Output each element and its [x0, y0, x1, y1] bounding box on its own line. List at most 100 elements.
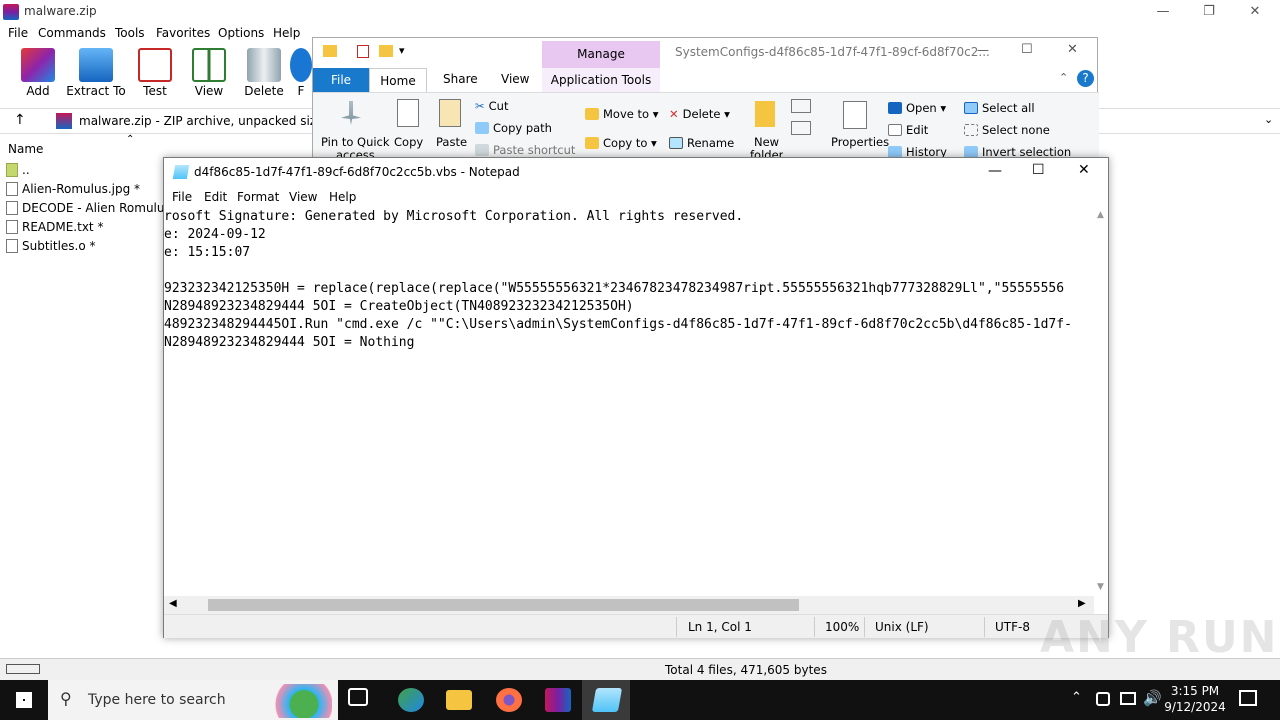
ribbon-collapse-icon[interactable]: ⌃ [1059, 71, 1068, 84]
task-view-icon[interactable] [348, 688, 368, 706]
menu-favorites[interactable]: Favorites [156, 26, 210, 40]
rename-button[interactable]: Rename [669, 136, 734, 150]
pin-label[interactable]: Pin to Quick [321, 135, 390, 149]
status-text: Total 4 files, 471,605 bytes [665, 663, 827, 677]
tab-file[interactable]: File [313, 68, 369, 92]
find-icon [290, 48, 312, 82]
notepad-menubar: File Edit Format View Help [164, 186, 1108, 208]
paste-shortcut-button[interactable]: Paste shortcut [475, 143, 575, 157]
list-item[interactable]: README.txt * [6, 220, 103, 234]
menu-options[interactable]: Options [218, 26, 264, 40]
tab-home[interactable]: Home [369, 68, 427, 93]
open-button[interactable]: Open ▾ [888, 101, 946, 115]
new-item-icon[interactable] [791, 99, 811, 113]
menu-help[interactable]: Help [273, 26, 300, 40]
delete-button[interactable]: Delete [234, 48, 294, 102]
menu-tools[interactable]: Tools [115, 26, 145, 40]
tray-chevron-icon[interactable]: ⌃ [1071, 690, 1082, 705]
new-folder-icon[interactable] [379, 45, 393, 57]
new-folder-icon [755, 101, 775, 127]
qat-chevron-icon[interactable]: ▾ [399, 44, 405, 57]
scroll-thumb[interactable] [208, 599, 799, 611]
column-header-name[interactable]: Name [8, 142, 43, 156]
minimize-button[interactable]: — [977, 43, 989, 57]
menu-file[interactable]: File [172, 190, 192, 204]
select-none-button[interactable]: Select none [964, 123, 1050, 137]
winrar-taskbar-icon[interactable] [545, 688, 571, 712]
tab-application-tools[interactable]: Application Tools [542, 68, 660, 92]
copy-button[interactable]: Copy [394, 135, 423, 149]
text-line: N28948923234829444 5OI = Nothing [164, 335, 415, 350]
network-icon[interactable] [1120, 692, 1136, 705]
properties-icon[interactable] [357, 45, 369, 58]
close-button[interactable]: ✕ [1078, 162, 1090, 178]
horizontal-scrollbar[interactable]: ◀ ▶ [164, 596, 1094, 614]
tab-share[interactable]: Share [443, 72, 478, 86]
delete-button[interactable]: ✕ Delete ▾ [669, 107, 730, 121]
copy-to-button[interactable]: Copy to ▾ [585, 136, 657, 150]
chevron-down-icon[interactable]: ⌄ [1264, 113, 1273, 126]
help-icon[interactable]: ? [1077, 70, 1094, 87]
manage-contextual-tab: Manage [542, 41, 660, 68]
vertical-scrollbar[interactable]: ▲ ▼ [1094, 208, 1108, 596]
scroll-right-icon[interactable]: ▶ [1078, 598, 1086, 609]
ribbon: Pin to Quick access Copy Paste ✂ Cut Copy… [313, 92, 1099, 159]
minimize-button[interactable]: — [988, 163, 1002, 179]
edge-icon[interactable] [398, 688, 424, 712]
file-explorer-icon[interactable] [446, 690, 472, 710]
menu-commands[interactable]: Commands [38, 26, 106, 40]
easy-access-icon[interactable] [791, 121, 811, 135]
shield-icon[interactable] [1096, 692, 1110, 706]
search-placeholder: Type here to search [88, 692, 226, 708]
text-editor[interactable]: rosoft Signature: Generated by Microsoft… [164, 208, 1094, 596]
scroll-up-icon[interactable]: ▲ [1097, 210, 1104, 220]
taskbar-clock[interactable]: 3:15 PM 9/12/2024 [1160, 683, 1230, 715]
menu-help[interactable]: Help [329, 190, 356, 204]
list-item[interactable]: Subtitles.o * [6, 239, 96, 253]
copy-path-button[interactable]: Copy path [475, 121, 552, 135]
close-button[interactable]: ✕ [1067, 42, 1078, 57]
winrar-title: malware.zip [24, 4, 97, 18]
edit-button[interactable]: Edit [888, 123, 928, 137]
extract-to-button[interactable]: Extract To [66, 48, 126, 102]
minimize-button[interactable]: — [1140, 2, 1186, 22]
copy-icon [397, 99, 419, 127]
text-line: rosoft Signature: Generated by Microsoft… [164, 209, 744, 224]
paste-button[interactable]: Paste [436, 135, 467, 149]
notification-icon[interactable] [1239, 690, 1257, 706]
find-button[interactable]: F [290, 48, 312, 102]
list-item[interactable]: .. [6, 163, 30, 177]
notepad-titlebar: d4f86c85-1d7f-47f1-89cf-6d8f70c2cc5b.vbs… [164, 158, 1108, 186]
properties-button[interactable]: Properties [831, 135, 889, 149]
search-icon: ⚲ [60, 689, 72, 708]
list-item[interactable]: Alien-Romulus.jpg * [6, 182, 140, 196]
line-ending: Unix (LF) [875, 620, 929, 634]
menu-format[interactable]: Format [237, 190, 279, 204]
menu-file[interactable]: File [8, 26, 28, 40]
tab-view[interactable]: View [501, 72, 529, 86]
taskbar-search-box[interactable]: ⚲ Type here to search [48, 680, 338, 720]
scroll-left-icon[interactable]: ◀ [169, 598, 177, 609]
scroll-down-icon[interactable]: ▼ [1097, 582, 1104, 592]
move-to-button[interactable]: Move to ▾ [585, 107, 658, 121]
list-item[interactable]: DECODE - Alien Romulus 2 [6, 201, 182, 215]
test-button[interactable]: Test [125, 48, 185, 102]
menu-edit[interactable]: Edit [204, 190, 227, 204]
winrar-app-icon [3, 4, 19, 20]
select-all-button[interactable]: Select all [964, 101, 1035, 115]
firefox-icon[interactable] [496, 688, 522, 712]
add-button[interactable]: Add [8, 48, 68, 102]
delete-x-icon: ✕ [669, 107, 679, 121]
up-arrow-icon[interactable]: ↑ [14, 112, 26, 128]
extract-folder-icon [79, 48, 113, 82]
close-button[interactable]: ✕ [1232, 2, 1278, 22]
maximize-button[interactable]: ☐ [1032, 162, 1045, 178]
menu-view[interactable]: View [289, 190, 317, 204]
view-button[interactable]: View [179, 48, 239, 102]
cut-button[interactable]: ✂ Cut [475, 99, 508, 113]
windows-start-icon[interactable] [16, 692, 32, 708]
maximize-button[interactable]: ❐ [1186, 2, 1232, 22]
maximize-button[interactable]: ☐ [1021, 42, 1033, 57]
new-folder-button[interactable]: New [754, 135, 779, 149]
volume-icon[interactable]: 🔊 [1143, 689, 1162, 707]
